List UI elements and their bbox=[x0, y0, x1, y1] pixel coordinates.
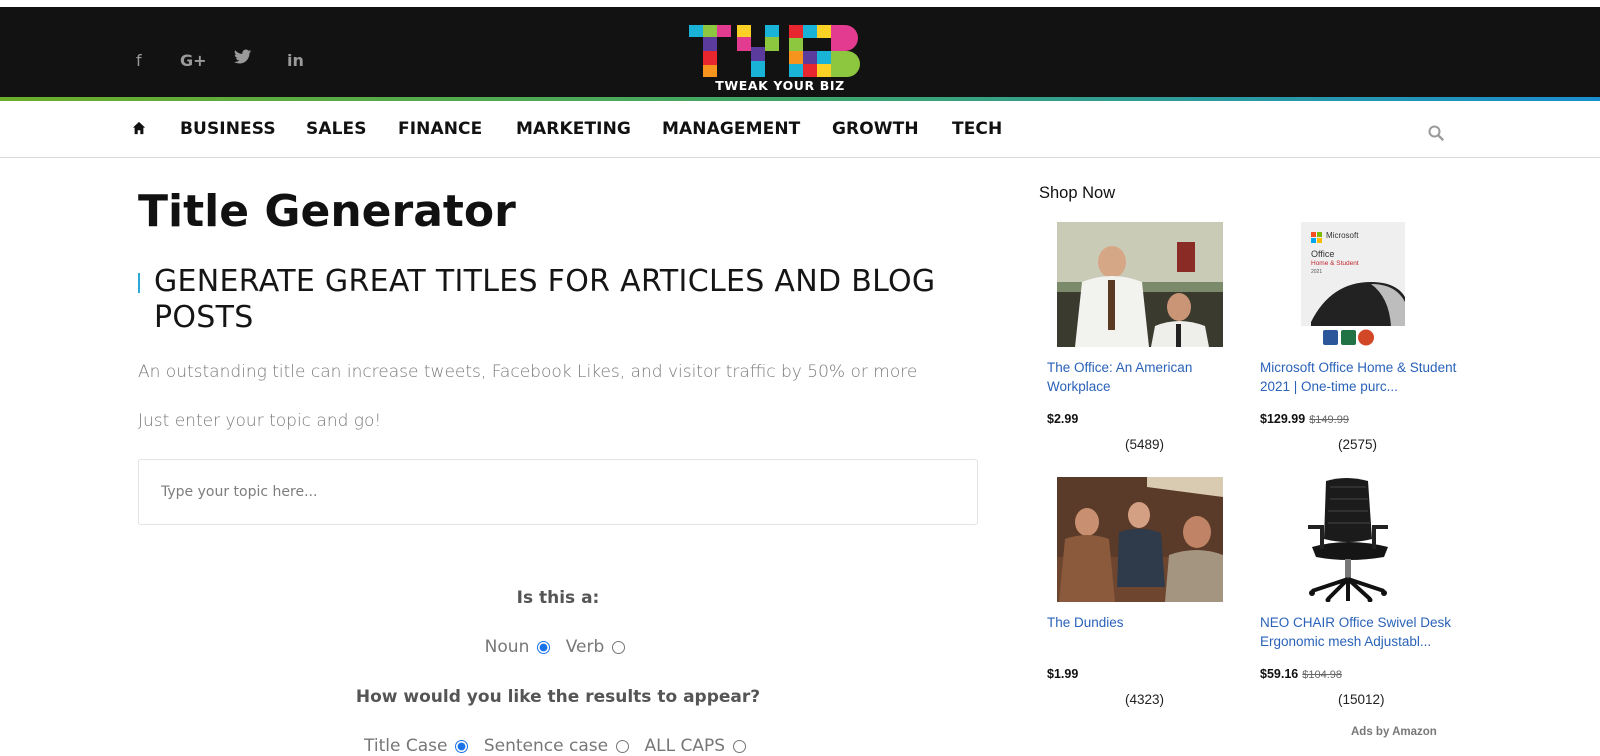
sentence-case-option[interactable]: Sentence case bbox=[484, 736, 635, 756]
box-brand: Microsoft bbox=[1326, 231, 1359, 240]
topic-input[interactable] bbox=[138, 459, 978, 525]
product-image[interactable] bbox=[1298, 477, 1408, 602]
title-case-label: Title Case bbox=[363, 736, 448, 756]
nav-item-sales[interactable]: SALES bbox=[306, 119, 367, 139]
instruction-text: Just enter your topic and go! bbox=[138, 411, 382, 431]
word-type-options: Noun Verb bbox=[138, 637, 978, 657]
google-plus-icon[interactable]: G+ bbox=[180, 51, 207, 70]
product-price: $2.99 bbox=[1047, 412, 1079, 426]
title-case-option[interactable]: Title Case bbox=[364, 736, 474, 756]
product-price: $129.99 $149.99 bbox=[1260, 412, 1349, 426]
linkedin-icon[interactable]: in bbox=[287, 51, 304, 70]
product-image[interactable] bbox=[1057, 222, 1223, 347]
site-header: f G+ in TWEAK YOUR BIZ bbox=[0, 7, 1600, 99]
page-title: Title Generator bbox=[138, 186, 516, 237]
noun-radio[interactable] bbox=[537, 640, 551, 654]
sentence-case-label: Sentence case bbox=[483, 736, 609, 756]
ads-by-amazon[interactable]: Ads by Amazon bbox=[1351, 726, 1437, 738]
main-nav: BUSINESS SALES FINANCE MARKETING MANAGEM… bbox=[0, 101, 1600, 158]
search-icon[interactable] bbox=[1428, 125, 1444, 141]
home-icon[interactable] bbox=[132, 121, 146, 135]
site-logo[interactable]: TWEAK YOUR BIZ bbox=[689, 25, 871, 97]
product-name[interactable]: Microsoft Office Home & Student 2021 | O… bbox=[1260, 358, 1460, 396]
office-box-image bbox=[1301, 222, 1405, 346]
case-question: How would you like the results to appear… bbox=[355, 687, 761, 707]
top-strip bbox=[0, 0, 1600, 7]
lead-text: An outstanding title can increase tweets… bbox=[138, 362, 918, 382]
all-caps-option[interactable]: ALL CAPS bbox=[644, 736, 752, 756]
noun-option[interactable]: Noun bbox=[485, 637, 557, 657]
box-year: 2021 bbox=[1311, 269, 1323, 275]
product-reviews[interactable]: (5489) bbox=[1125, 437, 1164, 452]
page-subtitle: GENERATE GREAT TITLES FOR ARTICLES AND B… bbox=[154, 264, 936, 335]
case-options: Title Case Sentence case ALL CAPS bbox=[138, 736, 978, 756]
nav-item-finance[interactable]: FINANCE bbox=[398, 119, 482, 139]
product-name[interactable]: The Dundies bbox=[1047, 613, 1247, 632]
product-reviews[interactable]: (4323) bbox=[1125, 692, 1164, 707]
twitter-icon[interactable] bbox=[234, 49, 252, 69]
product-reviews[interactable]: (15012) bbox=[1338, 692, 1385, 707]
title-case-radio[interactable] bbox=[455, 739, 469, 753]
noun-label: Noun bbox=[484, 637, 530, 657]
all-caps-label: ALL CAPS bbox=[644, 736, 725, 756]
subtitle-accent bbox=[138, 273, 140, 293]
product-image[interactable]: Microsoft Office Home & Student 2021 bbox=[1301, 222, 1405, 347]
logo-tagline: TWEAK YOUR BIZ bbox=[715, 78, 845, 93]
nav-item-tech[interactable]: TECH bbox=[952, 119, 1002, 139]
verb-radio[interactable] bbox=[612, 640, 626, 654]
product-name[interactable]: The Office: An American Workplace bbox=[1047, 358, 1247, 396]
product-image[interactable] bbox=[1057, 477, 1223, 602]
nav-item-marketing[interactable]: MARKETING bbox=[516, 119, 631, 139]
logo-mark bbox=[689, 25, 860, 77]
nav-item-business[interactable]: BUSINESS bbox=[180, 119, 276, 139]
box-line2: Home & Student bbox=[1311, 260, 1359, 267]
box-line1: Office bbox=[1311, 249, 1335, 259]
word-type-question: Is this a: bbox=[516, 588, 600, 608]
nav-item-management[interactable]: MANAGEMENT bbox=[662, 119, 800, 139]
verb-label: Verb bbox=[565, 637, 605, 657]
nav-item-growth[interactable]: GROWTH bbox=[832, 119, 919, 139]
product-price: $59.16 $104.98 bbox=[1260, 667, 1342, 681]
sentence-case-radio[interactable] bbox=[616, 739, 630, 753]
product-reviews[interactable]: (2575) bbox=[1338, 437, 1377, 452]
product-price: $1.99 bbox=[1047, 667, 1079, 681]
facebook-icon[interactable]: f bbox=[136, 51, 142, 70]
product-name[interactable]: NEO CHAIR Office Swivel Desk Ergonomic m… bbox=[1260, 613, 1460, 651]
verb-option[interactable]: Verb bbox=[566, 637, 632, 657]
shop-now-title: Shop Now bbox=[1039, 184, 1116, 202]
all-caps-radio[interactable] bbox=[733, 739, 746, 753]
